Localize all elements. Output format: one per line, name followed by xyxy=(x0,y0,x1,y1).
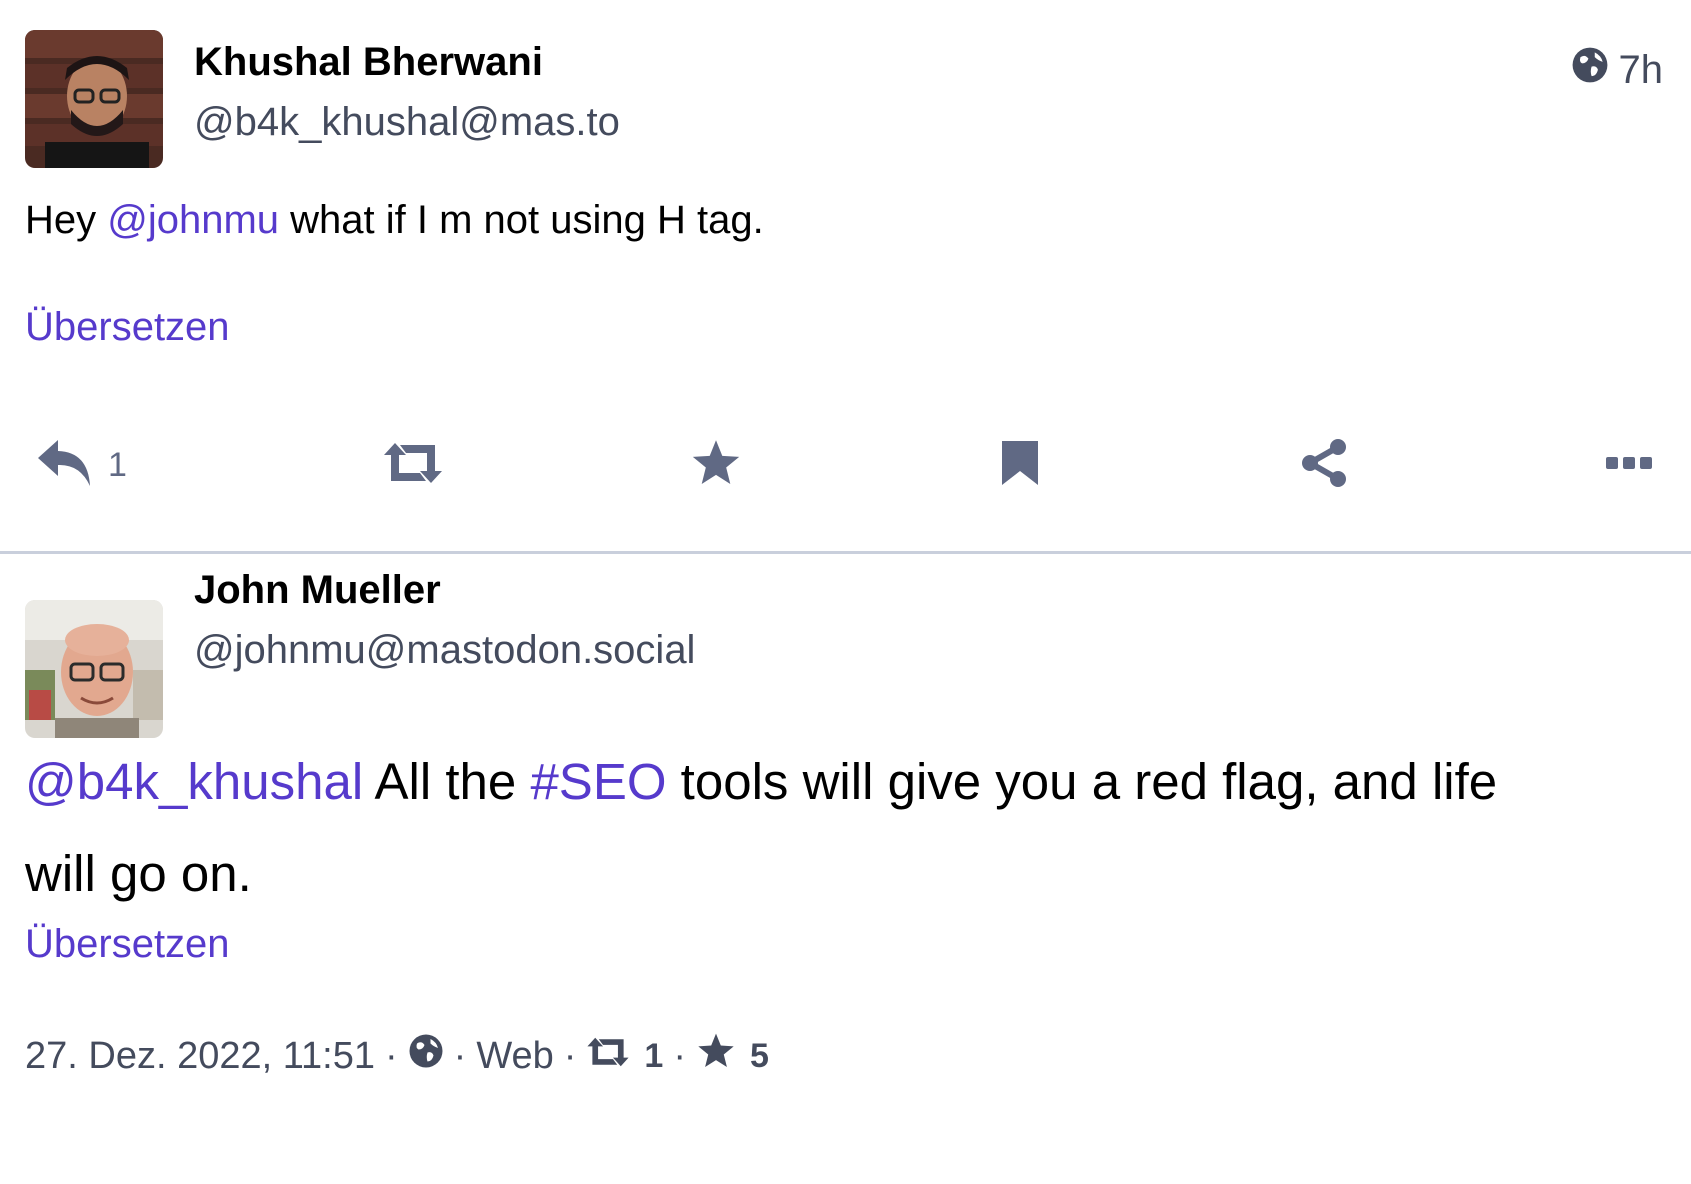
display-name[interactable]: John Mueller xyxy=(194,568,441,613)
globe-icon xyxy=(1571,46,1609,94)
boost-count: 1 xyxy=(644,1036,664,1075)
mention-link[interactable]: @b4k_khushal xyxy=(25,753,363,810)
account-handle[interactable]: @b4k_khushal@mas.to xyxy=(194,100,620,145)
boost-icon xyxy=(382,441,444,490)
hashtag-link[interactable]: #SEO xyxy=(530,753,666,810)
favourite-button[interactable] xyxy=(690,430,742,500)
separator: · xyxy=(453,1034,467,1077)
post-content-line: @b4k_khushal All the #SEO tools will giv… xyxy=(25,753,1498,810)
globe-icon xyxy=(408,1033,444,1079)
display-name[interactable]: Khushal Bherwani xyxy=(194,40,543,85)
status-post-khushal: Khushal Bherwani @b4k_khushal@mas.to 7h … xyxy=(0,0,1691,554)
relative-time: 7h xyxy=(1618,47,1664,92)
favourite-count: 5 xyxy=(750,1036,769,1075)
action-bar: 1 xyxy=(0,430,1691,500)
more-button[interactable] xyxy=(1606,430,1652,500)
star-icon xyxy=(690,438,742,493)
status-post-john: John Mueller @johnmu@mastodon.social @b4… xyxy=(0,554,1691,1184)
avatar[interactable] xyxy=(25,30,163,168)
reply-icon xyxy=(36,438,94,493)
favourites-link[interactable]: 5 xyxy=(696,1032,769,1080)
post-date[interactable]: 27. Dez. 2022, 11:51 xyxy=(25,1035,375,1078)
reply-count: 1 xyxy=(108,445,127,484)
share-button[interactable] xyxy=(1300,430,1348,500)
share-icon xyxy=(1300,438,1348,493)
boosts-link[interactable]: 1 xyxy=(586,1035,663,1078)
post-app: Web xyxy=(476,1034,554,1077)
separator: · xyxy=(385,1034,398,1077)
separator: · xyxy=(563,1034,577,1077)
post-meta: 27. Dez. 2022, 11:51 · · Web · 1 · 5 xyxy=(25,1032,769,1080)
more-icon xyxy=(1606,455,1652,476)
mention-link[interactable]: @johnmu xyxy=(107,198,279,242)
boost-icon xyxy=(586,1035,630,1078)
bookmark-button[interactable] xyxy=(1000,430,1040,500)
bookmark-icon xyxy=(1000,439,1040,492)
star-icon xyxy=(696,1032,736,1080)
post-content: @b4k_khushal All the #SEO tools will giv… xyxy=(25,736,1666,920)
account-handle[interactable]: @johnmu@mastodon.social xyxy=(194,628,695,673)
boost-button[interactable] xyxy=(382,430,444,500)
reply-button[interactable]: 1 xyxy=(36,430,127,500)
post-content-line: will go on. xyxy=(25,845,252,902)
avatar[interactable] xyxy=(25,600,163,738)
translate-button[interactable]: Übersetzen xyxy=(25,305,230,350)
translate-button[interactable]: Übersetzen xyxy=(25,922,230,967)
post-content: Hey @johnmu what if I m not using H tag. xyxy=(25,198,764,242)
separator: · xyxy=(673,1034,686,1077)
post-timestamp[interactable]: 7h xyxy=(1571,46,1664,94)
